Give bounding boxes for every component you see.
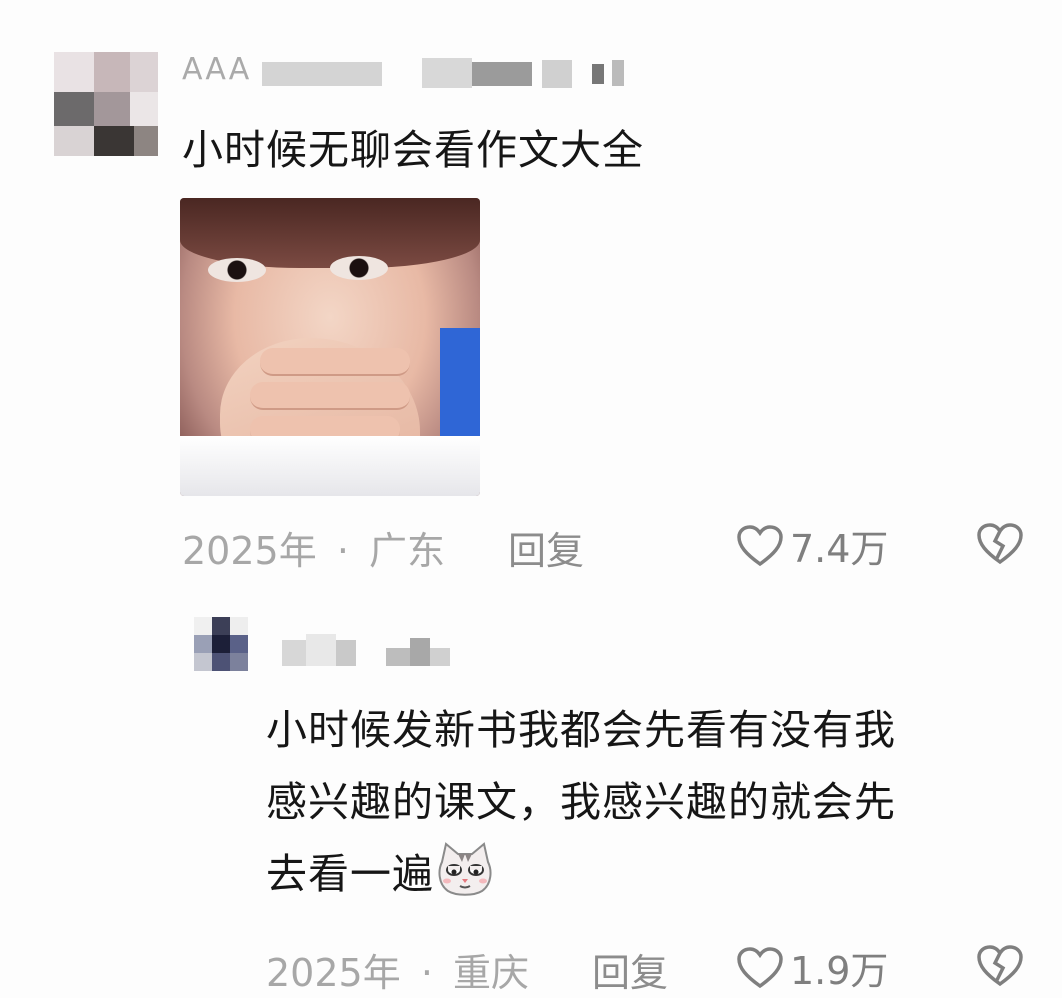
- comment-line-3: 去看一遍: [266, 850, 434, 898]
- like-button[interactable]: 1.9万: [736, 940, 888, 995]
- location: 广东: [369, 529, 446, 573]
- comment-line-1: 小时候发新书我都会先看有没有我: [266, 706, 896, 754]
- separator: ·: [336, 529, 349, 573]
- cat-emoji-icon: [434, 840, 496, 898]
- broken-heart-icon[interactable]: [976, 522, 1024, 566]
- like-count: 1.9万: [790, 949, 889, 993]
- reply-button[interactable]: 回复: [508, 520, 584, 575]
- comment-text: 小时候无聊会看作文大全: [182, 126, 644, 174]
- username[interactable]: AAA: [182, 52, 624, 90]
- reply-button[interactable]: 回复: [592, 942, 668, 997]
- avatar[interactable]: [54, 52, 158, 156]
- heart-outline-icon: [737, 524, 783, 566]
- separator: ·: [420, 951, 433, 995]
- broken-heart-icon[interactable]: [976, 944, 1024, 988]
- comment-text: 小时候发新书我都会先看有没有我 感兴趣的课文，我感兴趣的就会先 去看一遍: [266, 694, 1046, 910]
- heart-outline-icon: [737, 946, 783, 988]
- avatar[interactable]: [194, 617, 248, 671]
- comment-line-2: 感兴趣的课文，我感兴趣的就会先: [266, 778, 896, 826]
- like-count: 7.4万: [790, 527, 889, 571]
- location: 重庆: [453, 951, 530, 995]
- username[interactable]: [282, 634, 452, 668]
- timestamp: 2025年: [266, 951, 401, 995]
- meme-image[interactable]: [180, 198, 480, 496]
- timestamp: 2025年: [182, 529, 317, 573]
- like-button[interactable]: 7.4万: [736, 518, 888, 573]
